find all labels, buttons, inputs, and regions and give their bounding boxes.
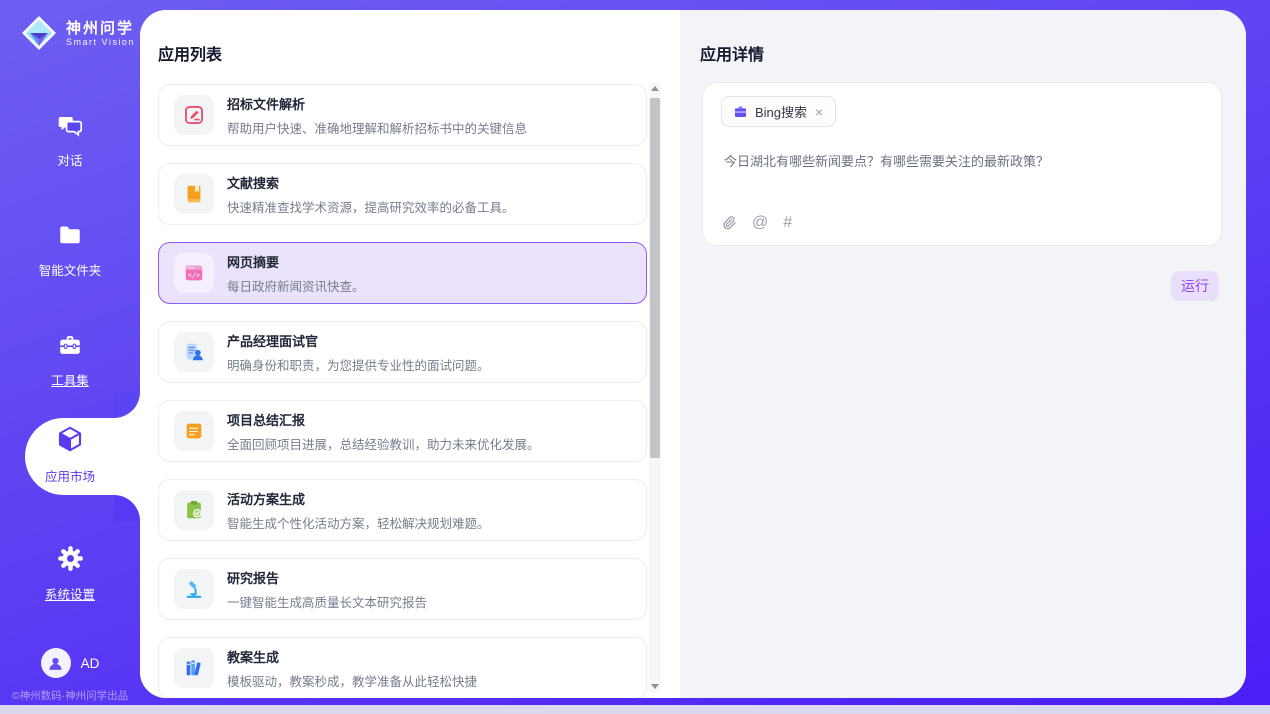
app-card-7[interactable]: 研究报告一键智能生成高质量长文本研究报告 xyxy=(158,558,647,620)
edit-doc-icon xyxy=(183,104,205,126)
app-icon-tile xyxy=(174,411,214,451)
close-icon[interactable]: × xyxy=(814,105,824,119)
attachment-icon[interactable] xyxy=(722,214,737,231)
browser-code-icon: </> xyxy=(183,262,205,284)
toolbox-icon xyxy=(57,332,83,363)
app-card-5[interactable]: 项目总结汇报全面回顾项目进展，总结经验教训，助力未来优化发展。 xyxy=(158,400,647,462)
app-card-name: 教案生成 xyxy=(227,647,477,666)
app-card-4[interactable]: 产品经理面试官明确身份和职责，为您提供专业性的面试问题。 xyxy=(158,321,647,383)
avatar xyxy=(41,648,71,678)
app-card-name: 活动方案生成 xyxy=(227,489,490,508)
user-profile[interactable]: AD xyxy=(0,648,140,678)
app-card-6[interactable]: 活动方案生成智能生成个性化活动方案，轻松解决规划难题。 xyxy=(158,479,647,541)
query-input[interactable]: 今日湖北有哪些新闻要点？有哪些需要关注的最新政策？ xyxy=(724,152,1201,171)
book-icon xyxy=(183,183,205,205)
gear-icon xyxy=(57,545,84,577)
app-card-description: 一键智能生成高质量长文本研究报告 xyxy=(227,592,427,611)
main-content: 应用列表 招标文件解析帮助用户快速、准确地理解和解析招标书中的关键信息文献搜索快… xyxy=(140,10,1246,698)
app-card-3[interactable]: </> 网页摘要每日政府新闻资讯快查。 xyxy=(158,242,647,304)
app-detail-panel: 应用详情 Bing搜索 × 今日湖北有哪些新闻要点？有哪些需要关注的最新政策？ … xyxy=(680,10,1246,698)
app-icon-tile: </> xyxy=(174,253,214,293)
app-detail-title: 应用详情 xyxy=(700,41,764,65)
app-card-8[interactable]: 教案生成模板驱动，教案秒成，教学准备从此轻松快捷 xyxy=(158,637,647,698)
app-card-description: 明确身份和职责，为您提供专业性的面试问题。 xyxy=(227,355,490,374)
briefcase-icon xyxy=(733,104,748,119)
chat-icon xyxy=(57,112,83,143)
sidebar-item-label: 应用市场 xyxy=(45,466,95,485)
app-icon-tile xyxy=(174,95,214,135)
folder-icon xyxy=(57,222,83,253)
sidebar-item-1[interactable]: 对话 xyxy=(0,112,140,169)
app-list-title: 应用列表 xyxy=(158,41,222,65)
sidebar-item-4[interactable]: 应用市场 xyxy=(0,424,140,485)
query-card: Bing搜索 × 今日湖北有哪些新闻要点？有哪些需要关注的最新政策？ @ # xyxy=(702,82,1222,246)
calendar-note-icon xyxy=(183,420,205,442)
svg-text:</>: </> xyxy=(188,272,200,280)
app-logo: 神州问学 Smart Vision xyxy=(20,14,135,52)
sidebar-item-label: 智能文件夹 xyxy=(39,260,102,279)
sidebar-item-2[interactable]: 智能文件夹 xyxy=(0,222,140,279)
app-icon-tile xyxy=(174,569,214,609)
app-card-description: 全面回顾项目进展，总结经验教训，助力未来优化发展。 xyxy=(227,434,540,453)
app-card-name: 文献搜索 xyxy=(227,173,515,192)
brand-name: 神州问学 xyxy=(66,20,135,37)
scrollbar-down-arrow[interactable] xyxy=(649,680,661,692)
app-card-1[interactable]: 招标文件解析帮助用户快速、准确地理解和解析招标书中的关键信息 xyxy=(158,84,647,146)
tool-tag-bing-search[interactable]: Bing搜索 × xyxy=(721,96,836,127)
app-card-2[interactable]: 文献搜索快速精准查找学术资源，提高研究效率的必备工具。 xyxy=(158,163,647,225)
app-card-name: 产品经理面试官 xyxy=(227,331,490,350)
sidebar-item-label: 对话 xyxy=(57,150,82,169)
clipboard-check-icon xyxy=(183,499,205,521)
mention-icon[interactable]: @ xyxy=(752,215,768,231)
user-name: AD xyxy=(81,656,100,671)
app-card-description: 每日政府新闻资讯快查。 xyxy=(227,276,365,295)
bottom-edge-strip xyxy=(0,705,1270,714)
app-icon-tile xyxy=(174,332,214,372)
list-scrollbar[interactable] xyxy=(649,82,661,692)
app-card-description: 帮助用户快速、准确地理解和解析招标书中的关键信息 xyxy=(227,118,527,137)
research-icon xyxy=(183,578,205,600)
sidebar-item-label: 系统设置 xyxy=(45,584,95,603)
app-icon-tile xyxy=(174,648,214,688)
app-card-description: 快速精准查找学术资源，提高研究效率的必备工具。 xyxy=(227,197,515,216)
app-card-description: 智能生成个性化活动方案，轻松解决规划难题。 xyxy=(227,513,490,532)
scrollbar-up-arrow[interactable] xyxy=(649,82,661,94)
app-card-name: 研究报告 xyxy=(227,568,427,587)
user-icon xyxy=(47,655,64,672)
copyright-footer: ©神州数码·神州问学出品 xyxy=(0,688,140,703)
logo-gem-icon xyxy=(20,14,58,52)
app-card-name: 网页摘要 xyxy=(227,252,365,271)
hashtag-icon[interactable]: # xyxy=(783,215,792,231)
app-icon-tile xyxy=(174,174,214,214)
app-card-name: 招标文件解析 xyxy=(227,94,527,113)
app-card-description: 模板驱动，教案秒成，教学准备从此轻松快捷 xyxy=(227,671,477,690)
sidebar-item-3[interactable]: 工具集 xyxy=(0,332,140,389)
tool-tag-label: Bing搜索 xyxy=(755,102,807,121)
sidebar-item-label: 工具集 xyxy=(51,370,89,389)
interview-icon xyxy=(183,341,205,363)
brand-subtitle: Smart Vision xyxy=(66,37,135,47)
sidebar-item-5[interactable]: 系统设置 xyxy=(0,545,140,603)
scrollbar-thumb[interactable] xyxy=(650,98,660,458)
cube-icon xyxy=(55,424,85,459)
run-button[interactable]: 运行 xyxy=(1171,271,1219,301)
sidebar: 神州问学 Smart Vision 对话智能文件夹工具集应用市场系统设置 AD … xyxy=(0,0,140,714)
books-icon xyxy=(183,657,205,679)
app-icon-tile xyxy=(174,490,214,530)
app-card-name: 项目总结汇报 xyxy=(227,410,540,429)
app-list-panel: 应用列表 招标文件解析帮助用户快速、准确地理解和解析招标书中的关键信息文献搜索快… xyxy=(140,10,680,698)
